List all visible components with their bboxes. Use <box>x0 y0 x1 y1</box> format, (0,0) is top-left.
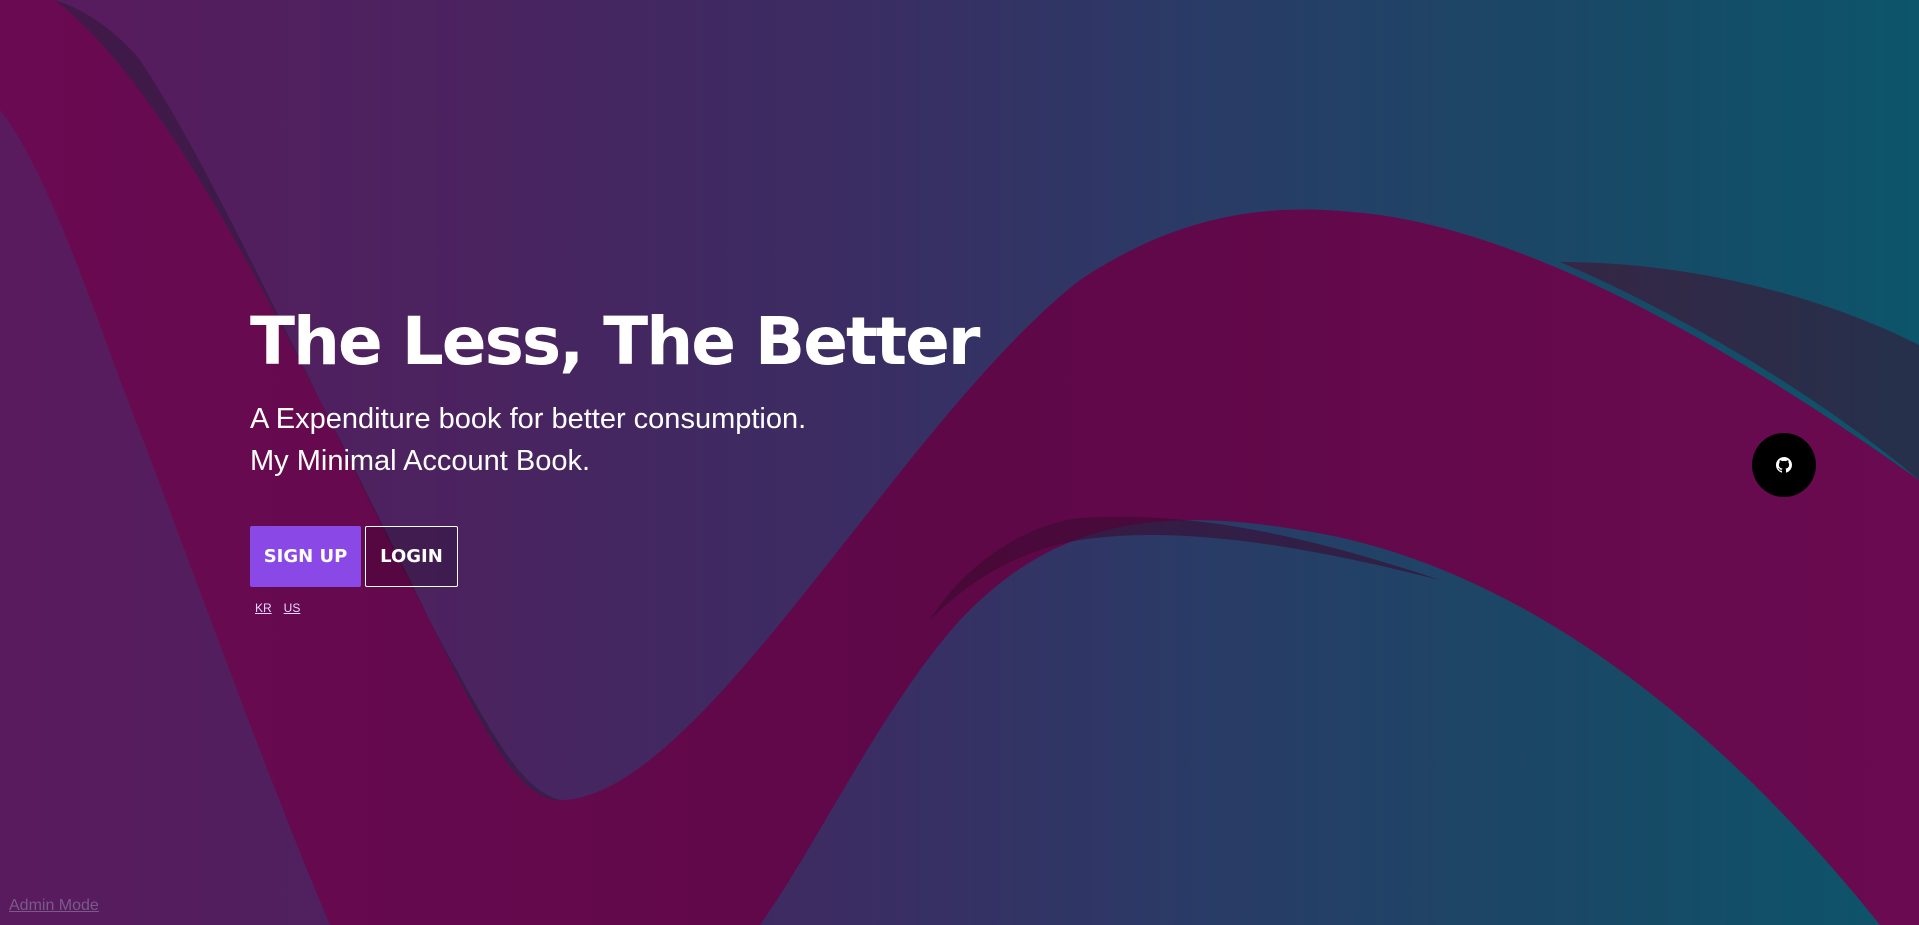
language-us-link[interactable]: US <box>284 601 301 615</box>
auth-buttons: SIGN UP LOGIN <box>250 526 978 587</box>
github-icon <box>1776 457 1792 473</box>
hero-subtitle-line-1: A Expenditure book for better consumptio… <box>250 403 807 435</box>
github-button[interactable] <box>1752 433 1816 497</box>
landing-page: The Less, The Better A Expenditure book … <box>0 0 1919 925</box>
language-kr-link[interactable]: KR <box>255 601 272 615</box>
language-switcher: KR US <box>255 601 978 615</box>
hero-subtitle-line-2: My Minimal Account Book. <box>250 445 591 477</box>
admin-mode-link[interactable]: Admin Mode <box>9 897 99 915</box>
signup-button[interactable]: SIGN UP <box>250 526 361 587</box>
login-button[interactable]: LOGIN <box>365 526 458 587</box>
hero-subtitle: A Expenditure book for better consumptio… <box>250 398 978 482</box>
hero-section: The Less, The Better A Expenditure book … <box>250 300 980 615</box>
hero-title: The Less, The Better <box>250 303 980 380</box>
